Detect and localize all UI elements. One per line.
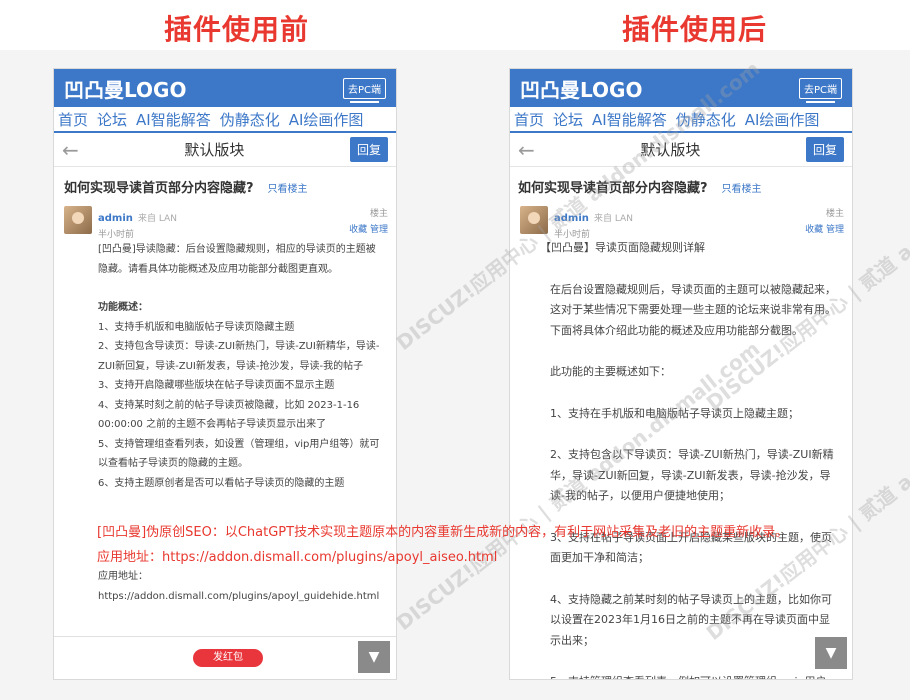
- arrow-left-icon[interactable]: ←: [62, 138, 79, 162]
- post-title: 如何实现导读首页部分内容隐藏?: [64, 181, 254, 196]
- board-name: 默认版块: [640, 141, 701, 159]
- nav-item-static[interactable]: 伪静态化: [220, 109, 280, 130]
- content-paragraph: 3、支持开启隐藏哪些版块在帖子导读页面不显示主题: [98, 380, 335, 391]
- nav-item-ai-answer[interactable]: AI智能解答: [136, 109, 211, 130]
- post-title: 如何实现导读首页部分内容隐藏?: [518, 181, 708, 196]
- phone-before: 凹凸曼LOGO 去PC端 首页 论坛 AI智能解答 伪静态化 AI绘画作图 ← …: [53, 68, 397, 680]
- floor-label: 楼主: [369, 209, 388, 219]
- site-logo[interactable]: 凹凸曼LOGO: [520, 74, 642, 103]
- title-before: 插件使用前: [164, 13, 310, 46]
- board-name: 默认版块: [184, 141, 245, 159]
- manage-link[interactable]: 管理: [370, 225, 388, 235]
- nav-item-forum[interactable]: 论坛: [553, 109, 583, 130]
- content-heading: 功能概述：: [98, 302, 148, 313]
- author-row: admin 来自 LAN 半小时前 楼主 收藏 管理: [54, 202, 396, 244]
- app-url[interactable]: https://addon.dismall.com/plugins/apoyl_…: [98, 587, 384, 607]
- sub-bar: ← 默认版块 回复: [510, 133, 852, 167]
- nav-item-ai-drawing[interactable]: AI绘画作图: [745, 109, 820, 130]
- content-paragraph: 1、支持手机版和电脑版帖子导读页隐藏主题: [98, 321, 295, 333]
- avatar[interactable]: [520, 206, 548, 234]
- collect-link[interactable]: 收藏: [805, 225, 823, 235]
- topbar: 凹凸曼LOGO 去PC端: [510, 69, 852, 107]
- nav-item-ai-drawing[interactable]: AI绘画作图: [289, 109, 364, 130]
- chevron-down-icon[interactable]: ▼: [815, 637, 847, 669]
- reply-button[interactable]: 回复: [805, 137, 844, 162]
- title-after: 插件使用后: [622, 13, 768, 46]
- pc-version-button[interactable]: 去PC端: [798, 77, 842, 103]
- author-from: 来自 LAN: [593, 214, 633, 224]
- sub-bar: ← 默认版块 回复: [54, 133, 396, 167]
- arrow-left-icon[interactable]: ←: [518, 138, 535, 162]
- red-packet-button[interactable]: 发红包: [193, 649, 263, 667]
- content-paragraph: 此功能的主要概述如下：: [550, 365, 671, 378]
- content-paragraph: 5、支持管理组查看列表，例如可以设置管理组，vip用户: [550, 672, 840, 679]
- only-author-link[interactable]: 只看楼主: [268, 180, 308, 195]
- floor-label: 楼主: [825, 209, 844, 219]
- nav-bar: 首页 论坛 AI智能解答 伪静态化 AI绘画作图: [510, 107, 852, 133]
- author-name[interactable]: admin: [554, 213, 589, 224]
- post-title-row: 如何实现导读首页部分内容隐藏? 只看楼主: [54, 167, 396, 202]
- post-title-row: 如何实现导读首页部分内容隐藏? 只看楼主: [510, 167, 852, 202]
- author-name[interactable]: admin: [98, 213, 133, 224]
- nav-item-ai-answer[interactable]: AI智能解答: [592, 109, 667, 130]
- post-time: 半小时前: [98, 230, 135, 240]
- nav-item-home[interactable]: 首页: [514, 109, 544, 130]
- avatar[interactable]: [64, 206, 92, 234]
- topbar: 凹凸曼LOGO 去PC端: [54, 69, 396, 107]
- content-paragraph: 5、支持管理组查看列表，如设置（管理组，vip用户组等）就可以查看帖子导读页的隐…: [98, 438, 380, 470]
- site-logo[interactable]: 凹凸曼LOGO: [64, 74, 186, 103]
- reply-button[interactable]: 回复: [349, 137, 388, 162]
- app-label: 应用地址：: [98, 571, 148, 582]
- collect-link[interactable]: 收藏: [349, 225, 367, 235]
- bottom-divider: [54, 636, 396, 637]
- content-paragraph: 在后台设置隐藏规则后，导读页面的主题可以被隐藏起来，这对于某些情况下需要处理一些…: [550, 282, 836, 337]
- content-paragraph: 2、支持包含导读页：导读-ZUI新热门，导读-ZUI新精华，导读-ZUI新回复，…: [98, 341, 380, 372]
- author-from: 来自 LAN: [137, 214, 177, 224]
- post-content: 【凹凸曼】导读页面隐藏规则详解 在后台设置隐藏规则后，导读页面的主题可以被隐藏起…: [510, 238, 852, 679]
- chevron-down-icon[interactable]: ▼: [358, 641, 390, 673]
- nav-item-home[interactable]: 首页: [58, 109, 88, 130]
- content-paragraph: 6、支持主题原创者是否可以看帖子导读页的隐藏的主题: [98, 477, 345, 489]
- nav-item-forum[interactable]: 论坛: [97, 109, 127, 130]
- content-paragraph: 1、支持在手机版和电脑版帖子导读页上隐藏主题；: [550, 406, 799, 420]
- content-paragraph: 【凹凸曼】导读页面隐藏规则详解: [540, 241, 705, 254]
- only-author-link[interactable]: 只看楼主: [722, 180, 762, 195]
- content-paragraph: 2、支持包含以下导读页：导读-ZUI新热门，导读-ZUI新精华，导读-ZUI新回…: [550, 448, 834, 502]
- nav-item-static[interactable]: 伪静态化: [676, 109, 736, 130]
- seo-overlay-url[interactable]: 应用地址：https://addon.dismall.com/plugins/a…: [97, 546, 497, 565]
- nav-bar: 首页 论坛 AI智能解答 伪静态化 AI绘画作图: [54, 107, 396, 133]
- seo-overlay-text: [凹凸曼]伪原创SEO：以ChatGPT技术实现主题原本的内容重新生成新的内容，…: [97, 525, 789, 540]
- manage-link[interactable]: 管理: [826, 225, 844, 235]
- content-paragraph: 4、支持隐藏之前某时刻的帖子导读页上的主题，比如你可以设置在2023年1月16日…: [550, 592, 832, 647]
- phone-after: 凹凸曼LOGO 去PC端 首页 论坛 AI智能解答 伪静态化 AI绘画作图 ← …: [509, 68, 853, 680]
- content-paragraph: [凹凸曼]导读隐藏：后台设置隐藏规则，相应的导读页的主题被隐藏。请看具体功能概述…: [98, 244, 376, 275]
- pc-version-button[interactable]: 去PC端: [342, 77, 386, 103]
- content-paragraph: 4、支持某时刻之前的帖子导读页被隐藏，比如 2023-1-16 00:00:00…: [98, 399, 360, 431]
